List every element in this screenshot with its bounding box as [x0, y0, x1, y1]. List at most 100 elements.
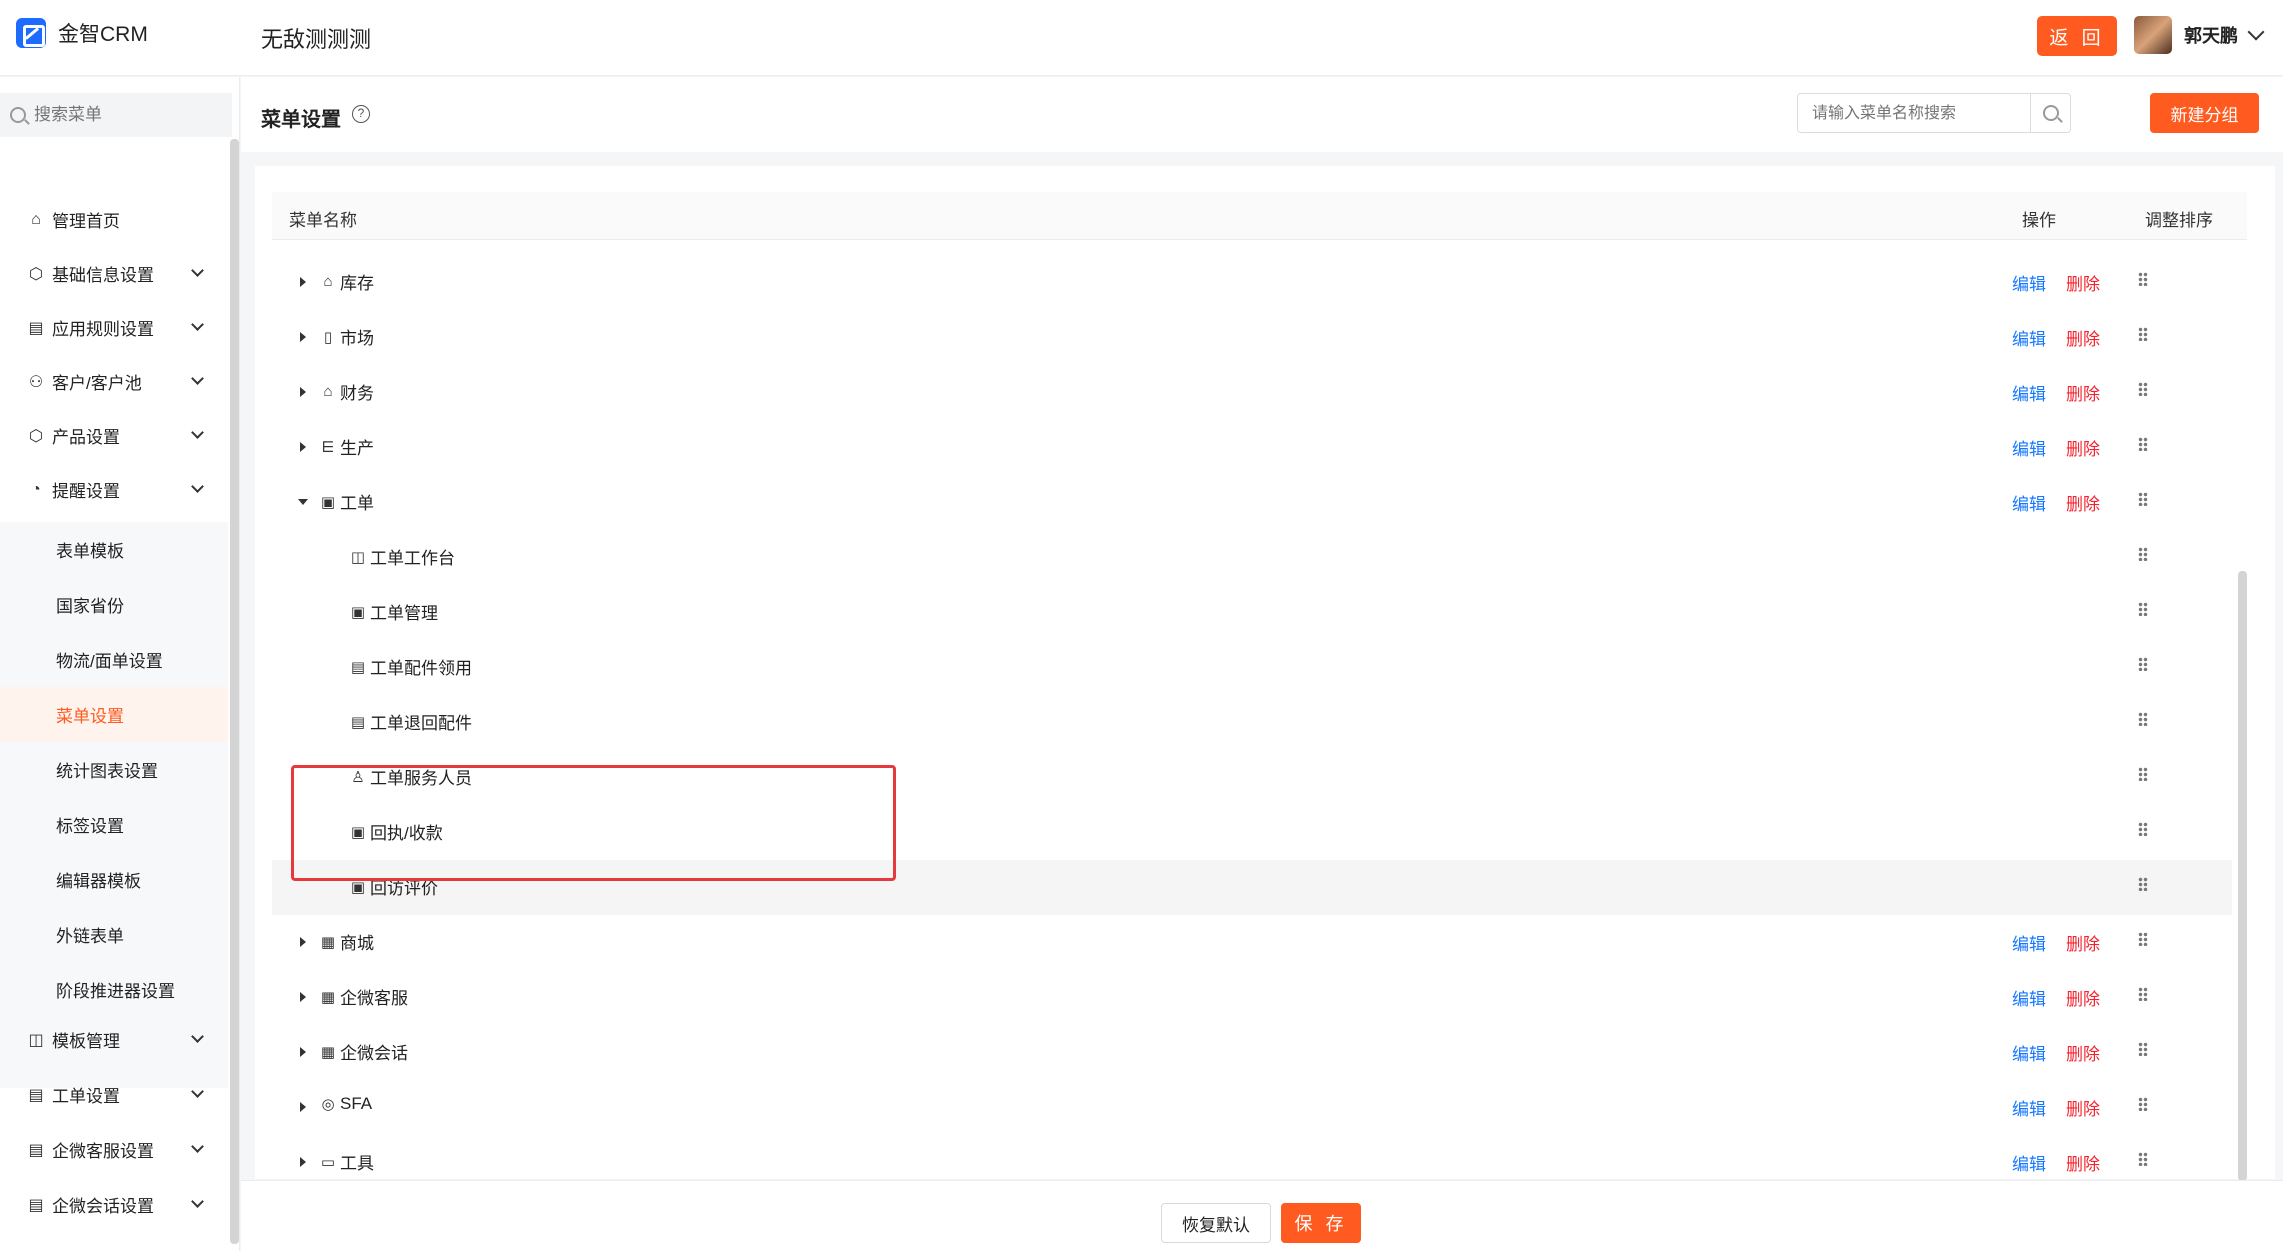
sidebar-item-2[interactable]: ▤ 应用规则设置: [0, 300, 228, 355]
table-row[interactable]: ▤ 工单配件领用: [272, 640, 2232, 695]
logo[interactable]: 金智CRM: [16, 18, 148, 48]
sidebar-bottom-item-3[interactable]: ▤ 企微会话设置: [0, 1177, 228, 1232]
edit-link[interactable]: 编辑: [2012, 270, 2046, 295]
caret-right-icon[interactable]: [300, 277, 306, 287]
table-row[interactable]: ▣ 回访评价: [272, 860, 2232, 915]
bookmark-icon: ▯: [323, 328, 333, 346]
table-row[interactable]: ▣ 工单 编辑 删除: [272, 475, 2232, 530]
delete-link[interactable]: 删除: [2066, 1040, 2100, 1065]
drag-handle-icon[interactable]: [2138, 602, 2148, 616]
table-row[interactable]: ⌂ 财务 编辑 删除: [272, 365, 2232, 420]
caret-down-icon[interactable]: [298, 499, 308, 505]
logo-icon: [16, 18, 46, 48]
edit-link[interactable]: 编辑: [2012, 1095, 2046, 1120]
edit-link[interactable]: 编辑: [2012, 1040, 2046, 1065]
table-row[interactable]: ▣ 工单管理: [272, 585, 2232, 640]
menu-search[interactable]: [1797, 93, 2071, 133]
caret-right-icon[interactable]: [300, 1047, 306, 1057]
drag-handle-icon[interactable]: [2138, 272, 2148, 286]
table-row[interactable]: ⌂ 库存 编辑 删除: [272, 255, 2232, 310]
save-button[interactable]: 保 存: [1281, 1203, 1361, 1243]
sidebar-item-5[interactable]: ◔ 提醒设置: [0, 462, 228, 517]
drag-handle-icon[interactable]: [2138, 1097, 2148, 1111]
delete-link[interactable]: 删除: [2066, 930, 2100, 955]
sidebar-scrollbar[interactable]: [230, 139, 239, 1244]
delete-link[interactable]: 删除: [2066, 985, 2100, 1010]
drag-handle-icon[interactable]: [2138, 987, 2148, 1001]
edit-link[interactable]: 编辑: [2012, 380, 2046, 405]
table-row[interactable]: ▤ 工单退回配件: [272, 695, 2232, 750]
drag-handle-icon[interactable]: [2138, 382, 2148, 396]
drag-handle-icon[interactable]: [2138, 932, 2148, 946]
table-row[interactable]: ◎ SFA 编辑 删除: [272, 1080, 2232, 1135]
table-row[interactable]: ▣ 回执/收款: [272, 805, 2232, 860]
sidebar-bottom-item-1[interactable]: ▤ 工单设置: [0, 1067, 228, 1122]
sidebar-subitem-5[interactable]: 标签设置: [0, 797, 228, 852]
sidebar-subitem-2[interactable]: 物流/面单设置: [0, 632, 228, 687]
drag-handle-icon[interactable]: [2138, 437, 2148, 451]
table-row[interactable]: ⋿ 生产 编辑 删除: [272, 420, 2232, 475]
drag-handle-icon[interactable]: [2138, 877, 2148, 891]
edit-link[interactable]: 编辑: [2012, 490, 2046, 515]
delete-link[interactable]: 删除: [2066, 1095, 2100, 1120]
sidebar-bottom-item-2[interactable]: ▤ 企微客服设置: [0, 1122, 228, 1177]
drag-handle-icon[interactable]: [2138, 547, 2148, 561]
edit-link[interactable]: 编辑: [2012, 325, 2046, 350]
sidebar-item-3[interactable]: ⚇ 客户/客户池: [0, 354, 228, 409]
caret-right-icon[interactable]: [300, 442, 306, 452]
table-row[interactable]: ▦ 企微会话 编辑 删除: [272, 1025, 2232, 1080]
sidebar-subitem-7[interactable]: 外链表单: [0, 907, 228, 962]
drag-handle-icon[interactable]: [2138, 767, 2148, 781]
delete-link[interactable]: 删除: [2066, 380, 2100, 405]
caret-right-icon[interactable]: [300, 332, 306, 342]
sidebar-item-1[interactable]: ⬡ 基础信息设置: [0, 246, 228, 301]
drag-handle-icon[interactable]: [2138, 327, 2148, 341]
user-menu[interactable]: 郭天鹏: [2134, 16, 2265, 54]
sidebar-subitem-3[interactable]: 菜单设置: [0, 687, 228, 742]
edit-link[interactable]: 编辑: [2012, 1150, 2046, 1175]
caret-right-icon[interactable]: [300, 992, 306, 1002]
drag-handle-icon[interactable]: [2138, 1042, 2148, 1056]
menu-search-input[interactable]: [1812, 102, 2022, 126]
sidebar-subitem-8[interactable]: 阶段推进器设置: [0, 962, 228, 1017]
sidebar-search-input[interactable]: [34, 105, 214, 125]
edit-link[interactable]: 编辑: [2012, 435, 2046, 460]
chevron-down-icon: [191, 1195, 204, 1208]
back-button[interactable]: 返 回: [2037, 16, 2117, 56]
delete-link[interactable]: 删除: [2066, 270, 2100, 295]
edit-link[interactable]: 编辑: [2012, 930, 2046, 955]
table-row[interactable]: ▦ 商城 编辑 删除: [272, 915, 2232, 970]
table-row[interactable]: ♙ 工单服务人员: [272, 750, 2232, 805]
sidebar-item-4[interactable]: ⬡ 产品设置: [0, 408, 228, 463]
drag-handle-icon[interactable]: [2138, 822, 2148, 836]
delete-link[interactable]: 删除: [2066, 1150, 2100, 1175]
delete-link[interactable]: 删除: [2066, 435, 2100, 460]
table-row[interactable]: ◫ 工单工作台: [272, 530, 2232, 585]
sidebar-search[interactable]: [0, 93, 232, 137]
table-row[interactable]: ▦ 企微客服 编辑 删除: [272, 970, 2232, 1025]
delete-link[interactable]: 删除: [2066, 325, 2100, 350]
drag-handle-icon[interactable]: [2138, 712, 2148, 726]
drag-handle-icon[interactable]: [2138, 1152, 2148, 1166]
delete-link[interactable]: 删除: [2066, 490, 2100, 515]
caret-right-icon[interactable]: [300, 1157, 306, 1167]
sidebar-subitem-1[interactable]: 国家省份: [0, 577, 228, 632]
sidebar-subitem-0[interactable]: 表单模板: [0, 522, 228, 577]
caret-right-icon[interactable]: [300, 1102, 306, 1112]
caret-right-icon[interactable]: [300, 387, 306, 397]
sidebar-bottom-item-0[interactable]: ◫ 模板管理: [0, 1012, 228, 1067]
reset-default-button[interactable]: 恢复默认: [1161, 1203, 1271, 1243]
sidebar-subitem-6[interactable]: 编辑器模板: [0, 852, 228, 907]
sidebar-item-0[interactable]: ⌂ 管理首页: [0, 192, 228, 247]
drag-handle-icon[interactable]: [2138, 657, 2148, 671]
caret-right-icon[interactable]: [300, 937, 306, 947]
main-scrollbar[interactable]: [2238, 571, 2247, 1181]
drag-handle-icon[interactable]: [2138, 492, 2148, 506]
help-icon[interactable]: ?: [352, 105, 370, 123]
edit-link[interactable]: 编辑: [2012, 985, 2046, 1010]
sidebar-subitem-4[interactable]: 统计图表设置: [0, 742, 228, 797]
table-row[interactable]: ▯ 市场 编辑 删除: [272, 310, 2232, 365]
page-title: 菜单设置: [261, 109, 341, 131]
new-group-button[interactable]: 新建分组: [2150, 93, 2259, 133]
search-button[interactable]: [2030, 94, 2070, 132]
